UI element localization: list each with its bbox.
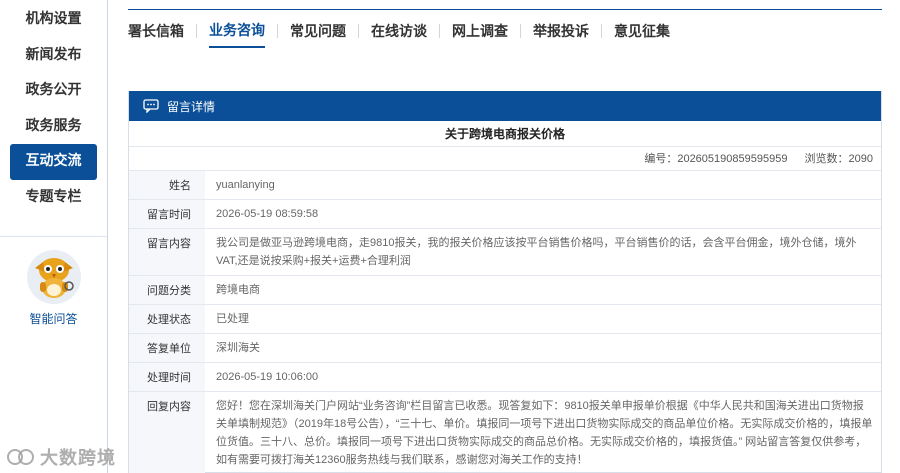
- tab-online-interview[interactable]: 在线访谈: [371, 21, 427, 47]
- sidebar-item-org-setup[interactable]: 机构设置: [10, 2, 97, 38]
- watermark-text: 大数跨境: [40, 448, 116, 468]
- row-label: 回复内容: [129, 392, 205, 473]
- row-label: 处理时间: [129, 363, 205, 391]
- panel-title: 留言详情: [167, 99, 216, 114]
- sidebar-item-gov-services[interactable]: 政务服务: [10, 109, 97, 145]
- smart-qa-link[interactable]: 智能问答: [0, 248, 107, 327]
- row-value: 2026-05-19 10:06:00: [216, 371, 319, 383]
- tab-separator: [277, 24, 278, 38]
- tab-faq[interactable]: 常见问题: [290, 21, 346, 47]
- row-message-time: 留言时间 2026-05-19 08:59:58: [129, 200, 881, 229]
- row-reply-content: 回复内容 您好！您在深圳海关门户网站“业务咨询”栏目留言已收悉。现答复如下：98…: [129, 392, 881, 473]
- tab-separator: [196, 24, 197, 38]
- row-reply-unit: 答复单位 深圳海关: [129, 334, 881, 363]
- sidebar-item-gov-disclosure[interactable]: 政务公开: [10, 73, 97, 109]
- main-content: 署长信箱 业务咨询 常见问题 在线访谈 网上调查 举报投诉 意见征集 留言详情 …: [128, 0, 882, 473]
- smart-qa-label: 智能问答: [29, 312, 78, 326]
- tab-business-consult[interactable]: 业务咨询: [209, 20, 265, 48]
- row-value: 深圳海关: [216, 342, 260, 354]
- section-tabs: 署长信箱 业务咨询 常见问题 在线访谈 网上调查 举报投诉 意见征集: [128, 20, 670, 48]
- tab-director-mailbox[interactable]: 署长信箱: [128, 21, 184, 47]
- row-value: 您好！您在深圳海关门户网站“业务咨询”栏目留言已收悉。现答复如下：9810报关单…: [216, 400, 873, 466]
- row-status: 处理状态 已处理: [129, 305, 881, 334]
- row-process-time: 处理时间 2026-05-19 10:06:00: [129, 363, 881, 392]
- row-category: 问题分类 跨境电商: [129, 276, 881, 305]
- tab-separator: [601, 24, 602, 38]
- message-number: 编号：202605190859595959: [644, 153, 788, 165]
- view-count: 浏览数：2090: [804, 153, 873, 165]
- row-value: yuanlanying: [216, 179, 275, 191]
- tab-separator: [358, 24, 359, 38]
- tab-online-survey[interactable]: 网上调查: [452, 21, 508, 47]
- sidebar-nav: 机构设置 新闻发布 政务公开 政务服务 互动交流 专题专栏: [0, 0, 107, 215]
- row-label: 问题分类: [129, 276, 205, 304]
- watermark-logo-icon: [7, 449, 34, 465]
- mascot-icon: [25, 248, 83, 306]
- row-label: 处理状态: [129, 305, 205, 333]
- row-value: 2026-05-19 08:59:58: [216, 208, 319, 220]
- watermark: 大数跨境: [6, 444, 116, 470]
- chat-bubble-icon: [143, 99, 159, 113]
- row-label: 答复单位: [129, 334, 205, 362]
- message-detail-panel: 留言详情 关于跨境电商报关价格 编号：202605190859595959 浏览…: [128, 91, 882, 473]
- tab-report-complaint[interactable]: 举报投诉: [533, 21, 589, 47]
- row-label: 姓名: [129, 171, 205, 199]
- row-name: 姓名 yuanlanying: [129, 171, 881, 200]
- panel-header: 留言详情: [129, 91, 881, 121]
- sidebar: 机构设置 新闻发布 政务公开 政务服务 互动交流 专题专栏 智能问答: [0, 0, 108, 473]
- sidebar-item-news-release[interactable]: 新闻发布: [10, 38, 97, 74]
- tab-opinion-collection[interactable]: 意见征集: [614, 21, 670, 47]
- row-label: 留言时间: [129, 200, 205, 228]
- sidebar-divider: [0, 236, 107, 237]
- tab-separator: [439, 24, 440, 38]
- row-value: 跨境电商: [216, 284, 260, 296]
- sidebar-item-interaction[interactable]: 互动交流: [10, 144, 97, 180]
- row-message-content: 留言内容 我公司是做亚马逊跨境电商，走9810报关，我的报关价格应该按平台销售价…: [129, 229, 881, 276]
- tab-separator: [520, 24, 521, 38]
- sidebar-item-special-topics[interactable]: 专题专栏: [10, 180, 97, 216]
- row-value: 已处理: [216, 313, 249, 325]
- row-label: 留言内容: [129, 229, 205, 275]
- top-rule: [128, 9, 882, 10]
- row-value: 我公司是做亚马逊跨境电商，走9810报关，我的报关价格应该按平台销售价格吗，平台…: [216, 237, 857, 267]
- message-title: 关于跨境电商报关价格: [129, 121, 881, 147]
- message-meta: 编号：202605190859595959 浏览数：2090: [129, 147, 881, 171]
